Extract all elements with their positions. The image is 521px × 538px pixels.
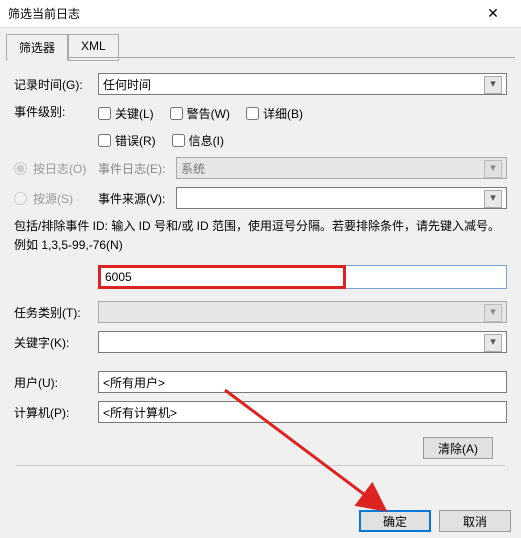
ok-button[interactable]: 确定 [359, 510, 431, 532]
user-label: 用户(U): [14, 374, 98, 391]
tab-underline [6, 57, 515, 58]
cb-information-input[interactable] [172, 134, 185, 147]
dialog-buttons: 确定 取消 [359, 510, 511, 532]
id-input-row [98, 265, 507, 289]
eventlog-value: 系统 [181, 160, 205, 177]
eventlog-select: 系统 [176, 157, 507, 179]
cancel-button[interactable]: 取消 [439, 510, 511, 532]
taskcat-label: 任务类别(T): [14, 304, 98, 321]
radio-bylog-input [14, 162, 27, 175]
cb-warning[interactable]: 警告(W) [170, 105, 230, 122]
eventlog-label: 事件日志(E): [98, 160, 176, 177]
cb-information[interactable]: 信息(I) [172, 132, 224, 149]
close-icon[interactable]: ✕ [473, 0, 513, 28]
radio-bylog: 按日志(O) [14, 160, 98, 177]
titlebar: 筛选当前日志 ✕ [0, 0, 521, 28]
tab-filter[interactable]: 筛选器 [6, 34, 68, 61]
computer-value: <所有计算机> [103, 404, 177, 421]
filter-panel: 记录时间(G): 任何时间 事件级别: 关键(L) 警告(W) 详细(B) [0, 61, 521, 480]
event-id-input[interactable] [98, 265, 346, 289]
cb-verbose[interactable]: 详细(B) [246, 105, 303, 122]
logged-select[interactable]: 任何时间 [98, 73, 507, 95]
cb-verbose-input[interactable] [246, 107, 259, 120]
separator [16, 465, 505, 466]
window-title: 筛选当前日志 [8, 5, 473, 22]
keywords-label: 关键字(K): [14, 334, 98, 351]
cb-error-input[interactable] [98, 134, 111, 147]
radio-bysource-input [14, 192, 27, 205]
cb-error[interactable]: 错误(R) [98, 132, 156, 149]
logged-value: 任何时间 [103, 76, 151, 93]
radio-bylog-label: 按日志(O) [33, 160, 86, 177]
event-id-input-extra[interactable] [346, 265, 507, 289]
id-help-text: 包括/排除事件 ID: 输入 ID 号和/或 ID 范围，使用逗号分隔。若要排除… [14, 217, 507, 255]
level-label: 事件级别: [14, 103, 98, 120]
cb-critical-input[interactable] [98, 107, 111, 120]
cb-critical[interactable]: 关键(L) [98, 105, 154, 122]
cb-information-label: 信息(I) [189, 132, 224, 149]
cb-error-label: 错误(R) [115, 132, 156, 149]
taskcat-select [98, 301, 507, 323]
keywords-select[interactable] [98, 331, 507, 353]
cb-verbose-label: 详细(B) [263, 105, 303, 122]
cb-warning-label: 警告(W) [187, 105, 230, 122]
eventsource-label: 事件来源(V): [98, 190, 176, 207]
computer-input[interactable]: <所有计算机> [98, 401, 507, 423]
computer-label: 计算机(P): [14, 404, 98, 421]
logged-label: 记录时间(G): [14, 76, 98, 93]
cb-critical-label: 关键(L) [115, 105, 154, 122]
user-input[interactable]: <所有用户> [98, 371, 507, 393]
clear-button[interactable]: 清除(A) [423, 437, 493, 459]
radio-bysource: 按源(S) [14, 190, 98, 207]
cb-warning-input[interactable] [170, 107, 183, 120]
radio-bysource-label: 按源(S) [33, 190, 73, 207]
eventsource-select[interactable] [176, 187, 507, 209]
user-value: <所有用户> [103, 374, 165, 391]
